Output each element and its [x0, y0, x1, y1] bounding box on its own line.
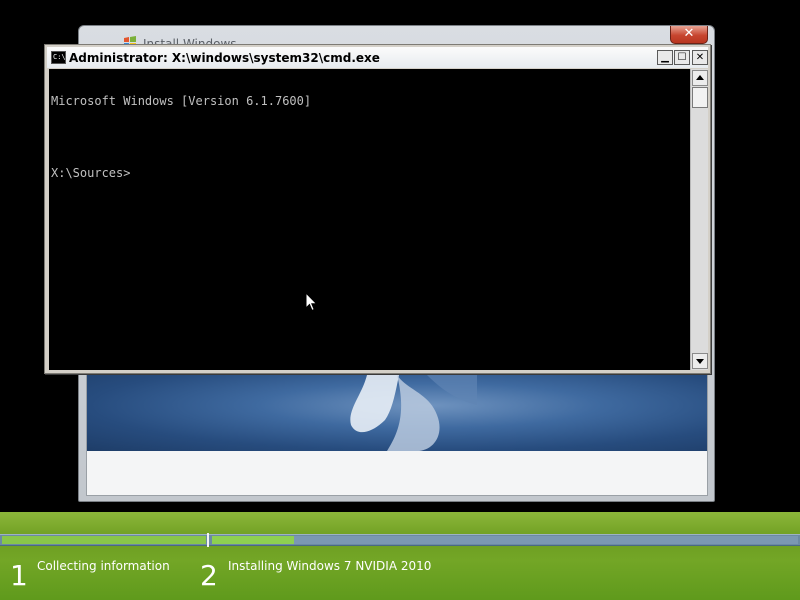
progress-step-1-bar: [2, 536, 206, 544]
setup-progress-area: 1 Collecting information 2 Installing Wi…: [0, 512, 800, 600]
close-button[interactable]: ✕: [692, 50, 708, 65]
scroll-up-button[interactable]: [692, 70, 708, 86]
install-close-button[interactable]: ✕: [670, 26, 708, 44]
mouse-cursor-icon: [305, 292, 318, 312]
install-footer: [87, 451, 707, 495]
step-2-label: Installing Windows 7 NVIDIA 2010: [228, 559, 432, 573]
arrow-down-icon: [696, 359, 704, 364]
close-icon: ✕: [683, 26, 695, 41]
minimize-icon: ▁: [661, 52, 669, 63]
cmd-titlebar[interactable]: C:\ Administrator: X:\windows\system32\c…: [47, 47, 708, 68]
scroll-down-button[interactable]: [692, 353, 708, 369]
console-line: Microsoft Windows [Version 6.1.7600]: [51, 94, 312, 108]
maximize-icon: ☐: [677, 52, 687, 63]
console-output[interactable]: Microsoft Windows [Version 6.1.7600] X:\…: [49, 69, 690, 370]
banner-graphic: [350, 375, 477, 451]
console-prompt: X:\Sources>: [51, 166, 131, 180]
progress-divider: [207, 533, 209, 547]
install-banner: [87, 375, 707, 451]
scroll-thumb[interactable]: [692, 87, 708, 108]
cmd-window: C:\ Administrator: X:\windows\system32\c…: [44, 44, 711, 374]
maximize-button[interactable]: ☐: [674, 50, 690, 65]
vertical-scrollbar[interactable]: [690, 69, 708, 370]
arrow-up-icon: [696, 75, 704, 80]
progress-step-2-bar: [212, 536, 294, 544]
step-2-number: 2: [200, 559, 218, 592]
screen: Install Windows ✕ C:\ Administrator: X:\…: [0, 0, 800, 600]
minimize-button[interactable]: ▁: [657, 50, 673, 65]
step-1-number: 1: [10, 559, 28, 592]
close-icon: ✕: [695, 52, 705, 63]
cmd-window-title: Administrator: X:\windows\system32\cmd.e…: [69, 51, 380, 65]
step-1-label: Collecting information: [37, 559, 170, 573]
progress-remaining: [294, 536, 798, 544]
cmd-app-icon[interactable]: C:\: [51, 51, 66, 64]
